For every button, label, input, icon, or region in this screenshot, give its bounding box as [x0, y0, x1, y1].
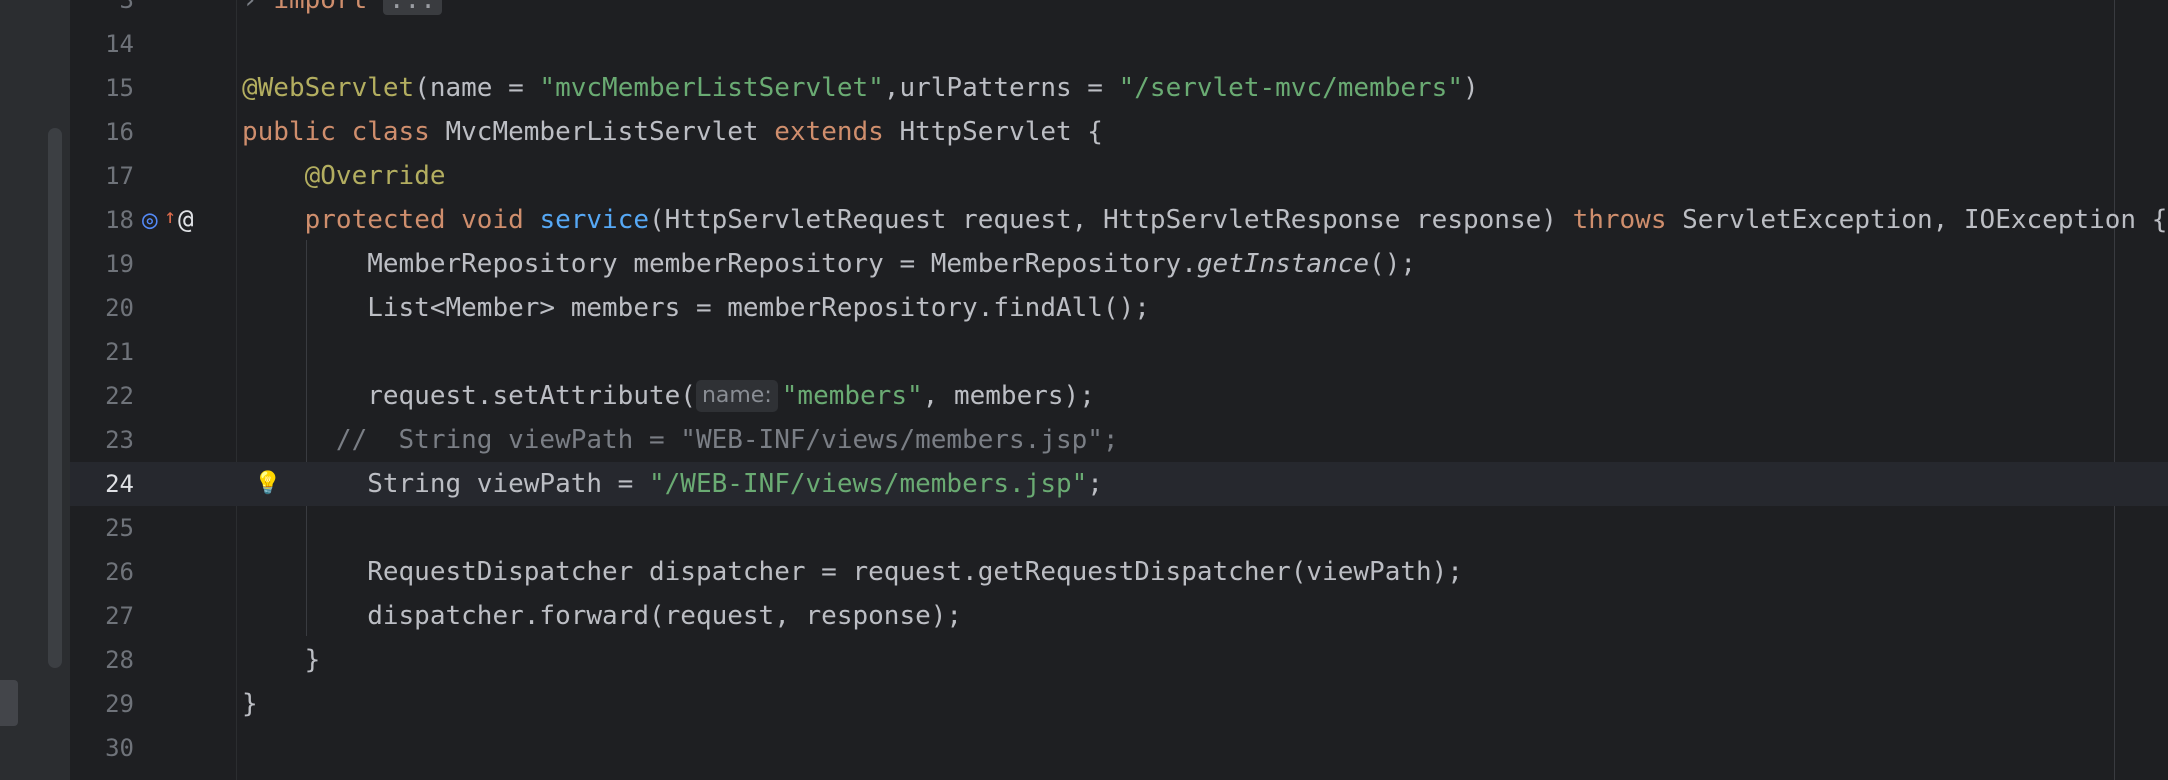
code-line[interactable]: 27 dispatcher.forward(request, response)…: [70, 594, 2168, 638]
code-line[interactable]: 17 @Override: [70, 154, 2168, 198]
code-token: request.setAttribute(: [242, 381, 696, 411]
code-token: service: [539, 205, 650, 235]
line-number[interactable]: 30: [70, 726, 134, 770]
code-text[interactable]: @WebServlet(name = "mvcMemberListServlet…: [242, 66, 1479, 110]
code-token: @Override: [304, 161, 446, 191]
code-text[interactable]: }: [242, 682, 258, 726]
code-token: "/servlet-mvc/members": [1118, 73, 1463, 103]
code-line[interactable]: 15 @WebServlet(name = "mvcMemberListServl…: [70, 66, 2168, 110]
line-number[interactable]: 18: [70, 198, 134, 242]
code-text[interactable]: public class MvcMemberListServlet extend…: [242, 110, 1103, 154]
code-token: MemberRepository memberRepository = Memb…: [242, 249, 1197, 279]
code-text[interactable]: request.setAttribute(name: "members", mem…: [242, 374, 1095, 418]
code-text[interactable]: › import ...: [242, 0, 442, 22]
code-line[interactable]: 23 // String viewPath = "WEB-INF/views/m…: [70, 418, 2168, 462]
line-number[interactable]: 29: [70, 682, 134, 726]
line-number[interactable]: 17: [70, 154, 134, 198]
line-number[interactable]: 22: [70, 374, 134, 418]
code-editor[interactable]: 3 › import ... 14 15 @WebServlet(name = "mvc…: [70, 0, 2168, 780]
code-line[interactable]: 19 MemberRepository memberRepository = M…: [70, 242, 2168, 286]
code-token: @WebServlet: [242, 73, 415, 103]
code-token: MvcMemberListServlet: [445, 117, 775, 147]
code-text[interactable]: MemberRepository memberRepository = Memb…: [242, 242, 1416, 286]
line-number[interactable]: 28: [70, 638, 134, 682]
code-text[interactable]: List<Member> members = memberRepository.…: [242, 286, 1150, 330]
code-line[interactable]: 18 ◎ ↑ @ protected void service(HttpServlet…: [70, 198, 2168, 242]
code-token: protected void: [304, 205, 540, 235]
code-line[interactable]: 29}: [70, 682, 2168, 726]
code-token: RequestDispatcher dispatcher = request.g…: [242, 557, 1463, 587]
code-text[interactable]: }: [242, 638, 321, 682]
line-number[interactable]: 14: [70, 22, 134, 66]
code-line[interactable]: 14: [70, 22, 2168, 66]
code-token: , members);: [922, 381, 1095, 411]
code-token: dispatcher.forward(request, response);: [242, 601, 963, 631]
code-token: extends: [774, 117, 900, 147]
code-line[interactable]: 25: [70, 506, 2168, 550]
code-token: String viewPath =: [242, 469, 649, 499]
code-token: throws: [1572, 205, 1683, 235]
line-number[interactable]: 3: [70, 0, 134, 22]
code-token: getInstance: [1196, 249, 1370, 279]
code-line[interactable]: 20 List<Member> members = memberReposito…: [70, 286, 2168, 330]
code-line[interactable]: 21: [70, 330, 2168, 374]
left-tool-strip: [0, 0, 70, 780]
code-token: "members": [781, 381, 923, 411]
parameter-hint: name:: [695, 380, 778, 412]
code-token: "/WEB-INF/views/members.jsp": [649, 469, 1088, 499]
code-token: ServletException, IOException {: [1682, 205, 2168, 235]
override-method-icon[interactable]: ◎: [142, 198, 158, 242]
code-text[interactable]: protected void service(HttpServletReques…: [242, 198, 2168, 242]
code-line[interactable]: 3 › import ...: [70, 0, 2168, 22]
code-token: (name =: [414, 73, 540, 103]
code-text[interactable]: RequestDispatcher dispatcher = request.g…: [242, 550, 1463, 594]
code-text[interactable]: String viewPath = "/WEB-INF/views/member…: [242, 462, 1103, 506]
code-token: List<Member> members = memberRepository.…: [242, 293, 1150, 323]
line-number[interactable]: 16: [70, 110, 134, 154]
code-token: public class: [242, 117, 446, 147]
line-number[interactable]: 23: [70, 418, 134, 462]
line-number[interactable]: 21: [70, 330, 134, 374]
code-text[interactable]: dispatcher.forward(request, response);: [242, 594, 962, 638]
code-token: (HttpServletRequest request, HttpServlet…: [649, 205, 1573, 235]
code-token: ): [1462, 73, 1479, 103]
implements-up-arrow-icon[interactable]: ↑: [164, 198, 176, 234]
side-panel-tab[interactable]: [0, 680, 18, 726]
code-text[interactable]: @Override: [242, 154, 446, 198]
line-number[interactable]: 15: [70, 66, 134, 110]
code-token: "mvcMemberListServlet": [539, 73, 884, 103]
line-number[interactable]: 26: [70, 550, 134, 594]
code-line[interactable]: 22 request.setAttribute(name: "members", …: [70, 374, 2168, 418]
folded-imports[interactable]: ...: [382, 0, 442, 15]
code-token: }: [242, 689, 258, 719]
code-token: ›: [242, 0, 274, 15]
code-line[interactable]: 16 public class MvcMemberListServlet exte…: [70, 110, 2168, 154]
code-token: // String viewPath = "WEB-INF/views/memb…: [242, 425, 1119, 455]
code-token: }: [242, 645, 321, 675]
code-token: import: [273, 0, 368, 15]
code-token: ();: [1369, 249, 1417, 279]
line-number[interactable]: 25: [70, 506, 134, 550]
vertical-scrollbar[interactable]: [48, 128, 62, 668]
code-line[interactable]: 30: [70, 726, 2168, 770]
code-token: HttpServlet {: [899, 117, 1103, 147]
annotation-at-icon[interactable]: @: [178, 198, 194, 242]
line-number[interactable]: 27: [70, 594, 134, 638]
line-number[interactable]: 19: [70, 242, 134, 286]
code-token: ;: [1087, 469, 1103, 499]
code-line[interactable]: 26 RequestDispatcher dispatcher = reques…: [70, 550, 2168, 594]
code-line[interactable]: 24 💡 String viewPath = "/WEB-INF/views/me…: [70, 462, 2168, 506]
code-text[interactable]: // String viewPath = "WEB-INF/views/memb…: [242, 418, 1119, 462]
code-token: ,urlPatterns =: [883, 73, 1119, 103]
code-line[interactable]: 28 }: [70, 638, 2168, 682]
line-number[interactable]: 24: [70, 462, 134, 506]
line-number[interactable]: 20: [70, 286, 134, 330]
